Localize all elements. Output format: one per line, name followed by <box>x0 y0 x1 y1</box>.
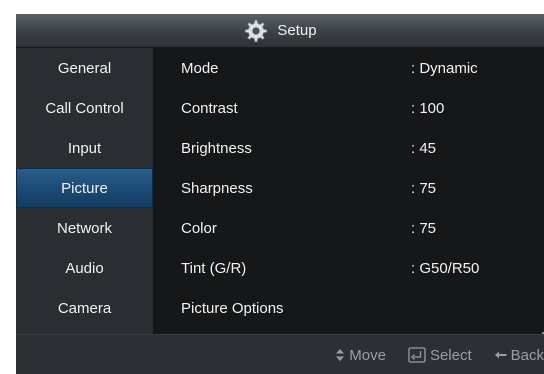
setting-row-color[interactable]: Color : 75 <box>153 208 544 248</box>
sidebar-item-label: Input <box>67 139 102 157</box>
sidebar-item-call-control[interactable]: Call Control <box>16 88 153 128</box>
back-arrow-icon <box>494 350 507 360</box>
setting-value: : G50/R50 <box>411 259 480 277</box>
sidebar: General Call Control Input Picture Netwo… <box>16 48 153 334</box>
move-hint: Move <box>335 347 386 364</box>
sidebar-item-picture[interactable]: Picture <box>16 168 153 208</box>
sidebar-item-label: Call Control <box>45 99 124 117</box>
sidebar-item-label: Network <box>56 219 112 237</box>
setting-value: : 75 <box>411 179 437 197</box>
back-label: Back <box>510 346 544 364</box>
sidebar-item-network[interactable]: Network <box>16 208 153 248</box>
title-bar: Setup <box>16 14 544 48</box>
setting-value: : 45 <box>411 139 437 157</box>
setting-row-picture-options[interactable]: Picture Options <box>153 288 544 328</box>
setup-window: Setup General Call Control Input Picture… <box>16 14 544 374</box>
page-title: Setup <box>277 22 317 39</box>
sidebar-item-camera[interactable]: Camera <box>16 288 153 328</box>
setting-value: : 75 <box>411 219 437 237</box>
setting-label: Sharpness <box>181 179 253 197</box>
settings-panel: Mode : Dynamic Contrast : 100 Brightness… <box>153 48 544 334</box>
sidebar-item-label: Audio <box>65 259 104 277</box>
setting-label: Contrast <box>181 99 238 117</box>
setting-row-brightness[interactable]: Brightness : 45 <box>153 128 544 168</box>
sidebar-item-input[interactable]: Input <box>16 128 153 168</box>
setting-row-sharpness[interactable]: Sharpness : 75 <box>153 168 544 208</box>
setting-row-tint[interactable]: Tint (G/R) : G50/R50 <box>153 248 544 288</box>
setting-label: Picture Options <box>181 299 284 317</box>
gear-icon <box>245 19 268 42</box>
move-label: Move <box>349 346 386 364</box>
setting-value: : Dynamic <box>411 59 478 77</box>
setting-label: Brightness <box>181 139 252 157</box>
footer-hints: Move Select Back <box>16 334 544 374</box>
sidebar-item-label: General <box>57 59 112 77</box>
select-label: Select <box>429 346 472 364</box>
sidebar-item-audio[interactable]: Audio <box>16 248 153 288</box>
sidebar-item-label: Camera <box>57 299 112 317</box>
setting-label: Mode <box>181 59 219 77</box>
setting-value: : 100 <box>411 99 445 117</box>
back-hint: Back <box>494 347 544 364</box>
select-hint: Select <box>408 347 472 364</box>
sidebar-item-general[interactable]: General <box>16 48 153 88</box>
setting-label: Tint (G/R) <box>181 259 247 277</box>
setting-row-mode[interactable]: Mode : Dynamic <box>153 48 544 88</box>
setting-label: Color <box>181 219 217 237</box>
setting-row-contrast[interactable]: Contrast : 100 <box>153 88 544 128</box>
up-down-arrows-icon <box>335 348 345 362</box>
sidebar-item-label: Picture <box>61 179 108 197</box>
enter-icon <box>408 347 426 363</box>
